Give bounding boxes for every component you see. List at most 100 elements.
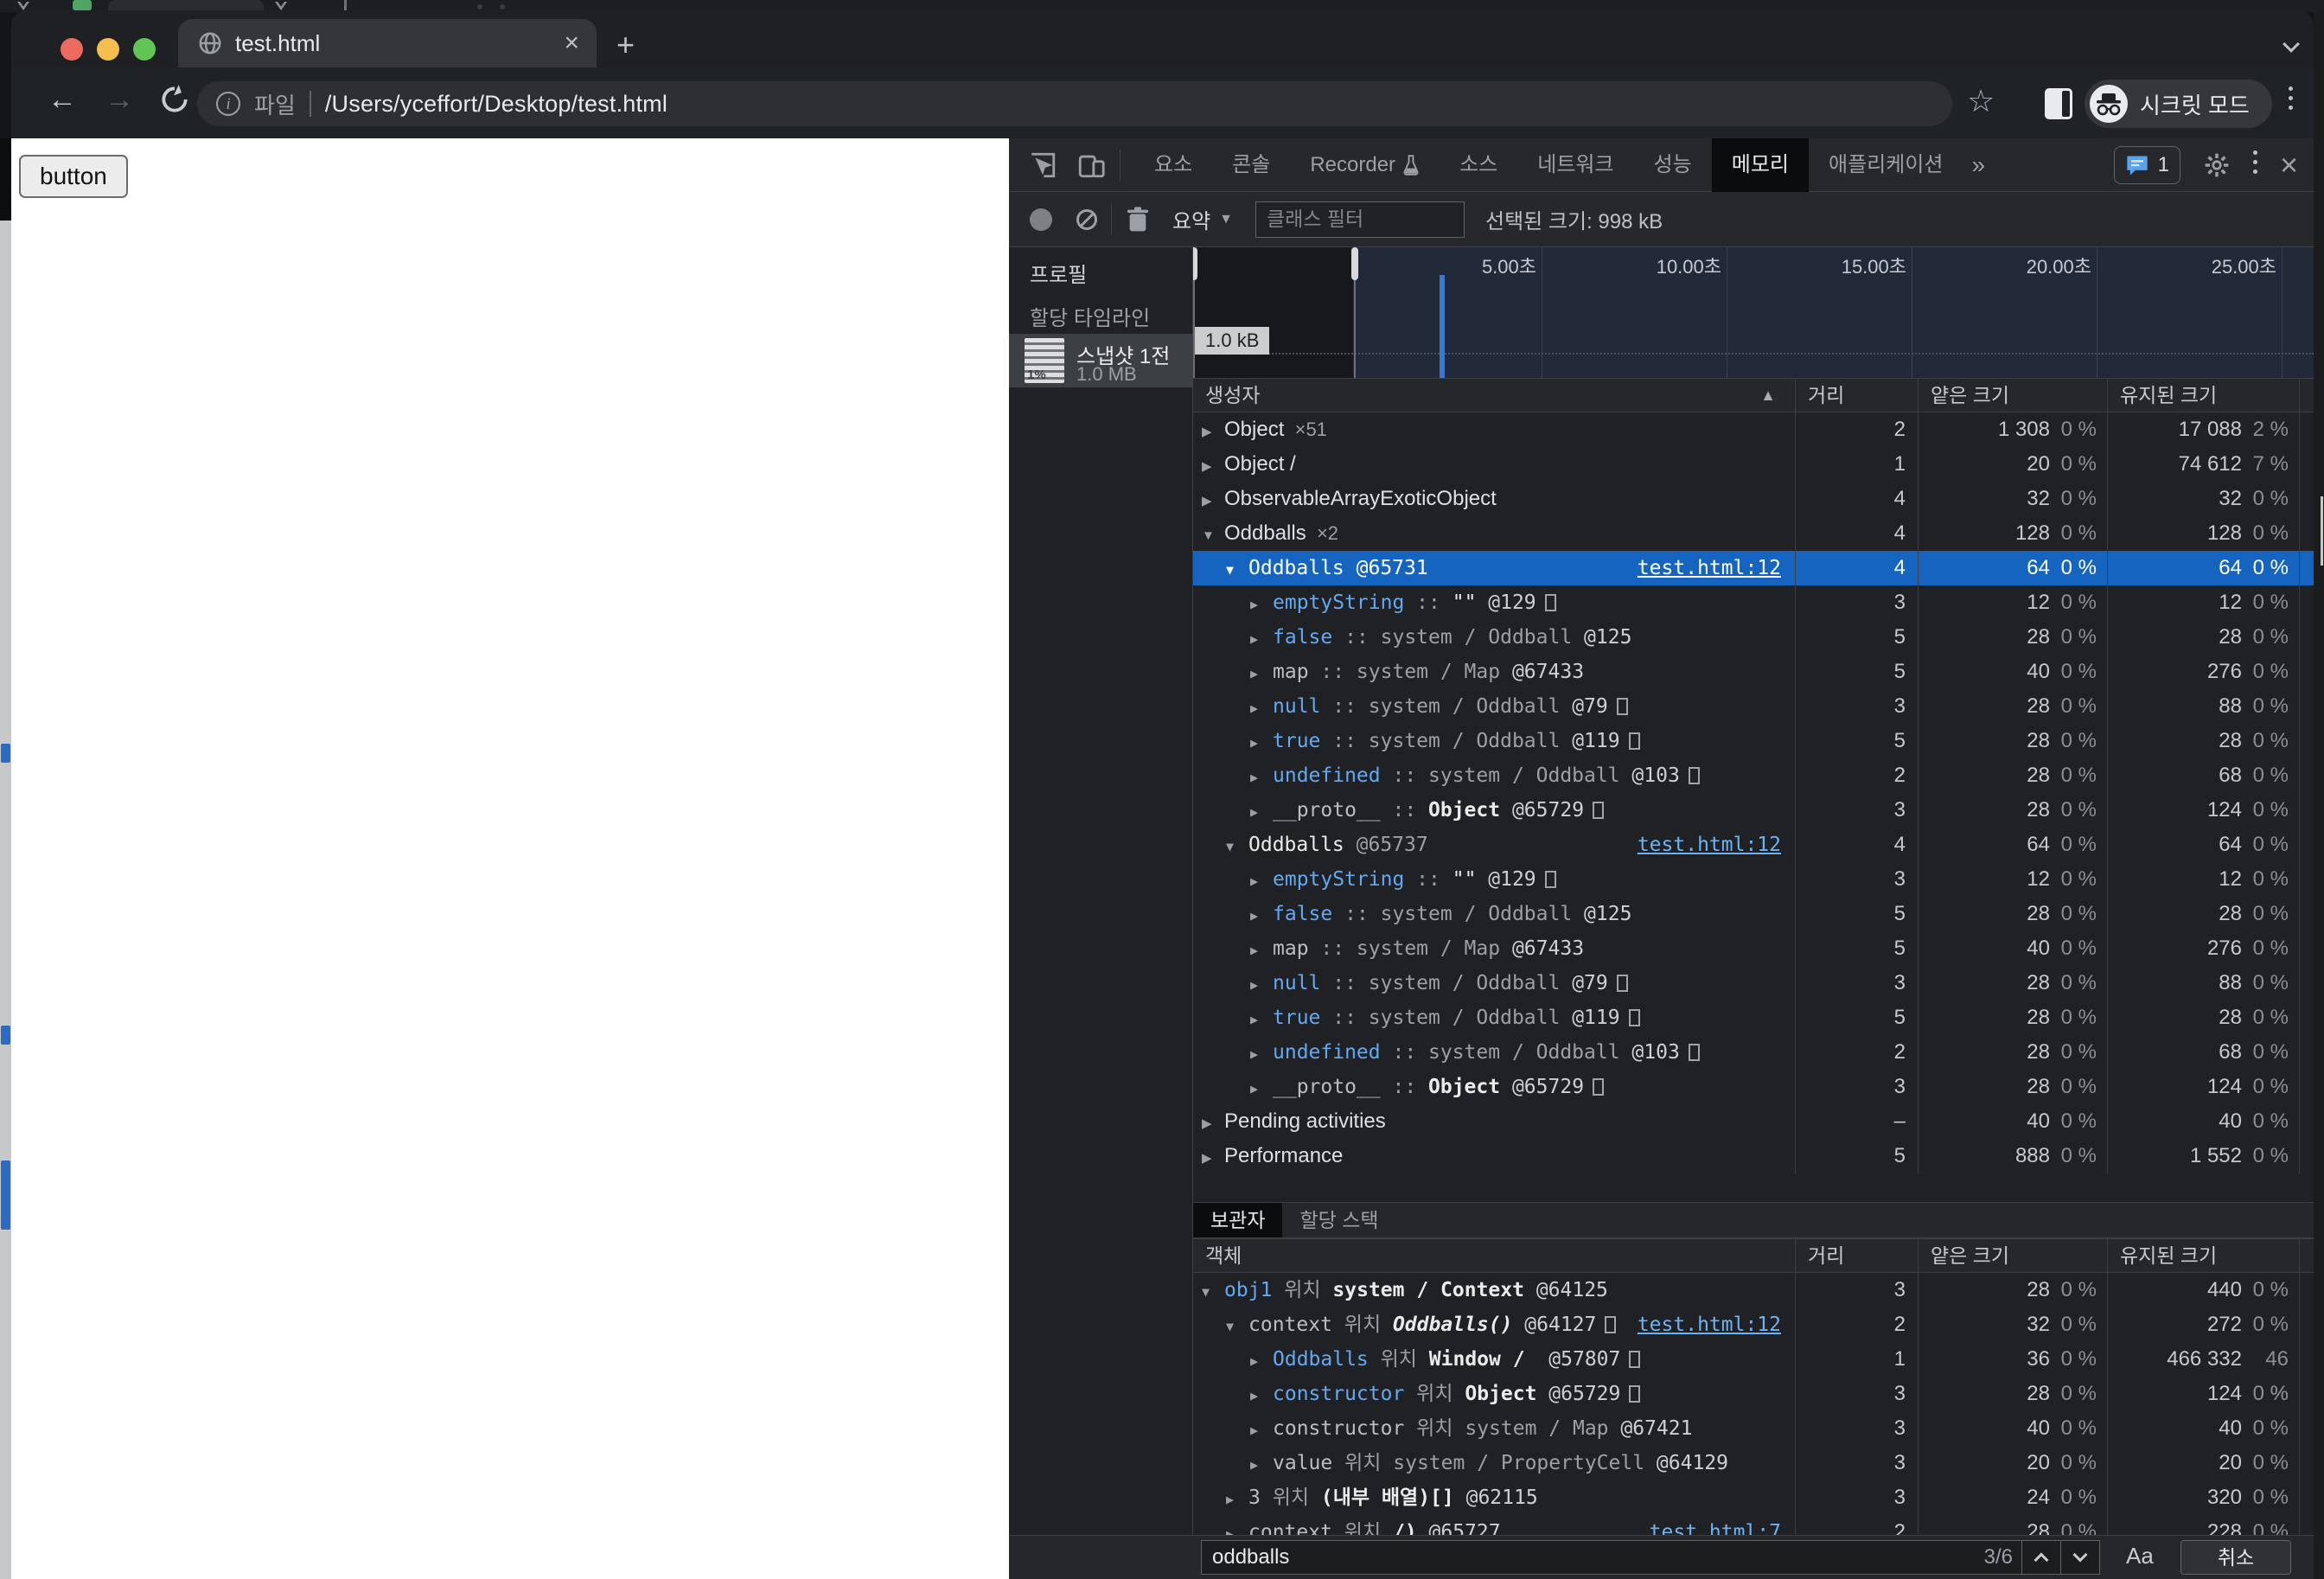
more-tabs-chevron[interactable]: » [1971,151,1985,179]
table-row[interactable]: ▶undefined :: system / Oddball @1032280 … [1193,758,2314,793]
table-row[interactable]: ▶false :: system / Oddball @1255280 %280… [1193,897,2314,931]
expander-icon[interactable]: ▶ [1250,1378,1273,1411]
forward-button[interactable]: → [105,83,134,117]
delete-profile-icon[interactable] [1126,206,1150,233]
expander-icon[interactable]: ▼ [1202,519,1224,551]
table-row[interactable]: ▶map :: system / Map @674335400 %2760 % [1193,931,2314,966]
page-button[interactable]: button [19,155,128,198]
expander-icon[interactable]: ▶ [1202,415,1224,447]
perspective-select[interactable]: 요약 ▼ [1172,204,1233,234]
source-link[interactable]: test.html:12 [1638,828,1781,862]
expander-icon[interactable]: ▶ [1250,691,1273,724]
record-heap-icon[interactable] [1030,208,1052,231]
table-row[interactable]: ▶true :: system / Oddball @1195280 %280 … [1193,724,2314,758]
expander-icon[interactable]: ▶ [1226,1517,1248,1535]
side-panel-icon[interactable] [2045,88,2072,119]
next-match-button[interactable] [2061,1541,2099,1574]
expander-icon[interactable]: ▶ [1202,484,1224,516]
clear-profiles-icon[interactable] [1076,209,1097,230]
column-shallow-size[interactable]: 얕은 크기 [1918,1239,2107,1272]
traffic-light-maximize[interactable] [133,38,156,61]
bookmark-star-icon[interactable]: ☆ [1967,83,1995,119]
table-row[interactable]: ▶constructor 위치 system / Map @674213400 … [1193,1411,2314,1446]
table-row[interactable]: ▼Oddballs @65731test.html:124640 %640 % [1193,551,2314,585]
new-tab-button[interactable]: + [616,29,635,61]
devtools-tab-recorder[interactable]: Recorder [1290,138,1440,192]
expander-icon[interactable]: ▼ [1226,1309,1248,1342]
browser-menu-icon[interactable] [2289,86,2293,115]
match-case-button[interactable]: Aa [2126,1543,2154,1569]
table-row[interactable]: ▼context 위치 Oddballs() @64127test.html:1… [1193,1307,2314,1342]
expander-icon[interactable]: ▼ [1202,1275,1224,1307]
expander-icon[interactable]: ▶ [1250,726,1273,758]
table-row[interactable]: ▶null :: system / Oddball @793280 %880 % [1193,966,2314,1000]
expander-icon[interactable]: ▶ [1202,450,1224,482]
column-distance[interactable]: 거리 [1795,379,1918,412]
expander-icon[interactable]: ▶ [1250,795,1273,828]
devtools-tab-sources[interactable]: 소스 [1440,138,1517,192]
source-link[interactable]: test.html:12 [1638,551,1781,585]
source-link[interactable]: test.html:7 [1650,1515,1781,1535]
expander-icon[interactable]: ▶ [1250,1071,1273,1104]
table-row[interactable]: ▶value 위치 system / PropertyCell @6412932… [1193,1446,2314,1480]
expander-icon[interactable]: ▶ [1250,587,1273,620]
table-row[interactable]: ▶null :: system / Oddball @793280 %880 % [1193,689,2314,724]
table-row[interactable]: ▶Object ×5121 3080 %17 0882 % [1193,412,2314,447]
table-row[interactable]: ▼Oddballs @65737test.html:124640 %640 % [1193,828,2314,862]
table-row[interactable]: ▶false :: system / Oddball @1255280 %280… [1193,620,2314,655]
back-button[interactable]: ← [48,83,77,117]
allocation-timeline-chart[interactable]: 5.00초10.00초15.00초20.00초25.00초30.00초 1.0 … [1193,247,2314,378]
table-row[interactable]: ▶__proto__ :: Object @657293280 %1240 % [1193,793,2314,828]
expander-icon[interactable]: ▶ [1250,1448,1273,1480]
expander-icon[interactable]: ▶ [1202,1107,1224,1139]
table-row[interactable]: ▶Performance58880 %1 5520 % [1193,1139,2314,1173]
table-row[interactable]: ▶Object /1200 %74 6127 % [1193,447,2314,482]
selection-handle-right[interactable] [1351,247,1358,280]
expander-icon[interactable]: ▼ [1226,829,1248,862]
devtools-tab-performance[interactable]: 성능 [1634,138,1712,192]
devtools-tab-memory[interactable]: 메모리 [1712,138,1809,192]
column-shallow-size[interactable]: 얕은 크기 [1918,379,2107,412]
devtools-tab-network[interactable]: 네트워크 [1517,138,1633,192]
expander-icon[interactable]: ▼ [1226,553,1248,585]
table-row[interactable]: ▶context 위치 /) @65727test.html:72280 %22… [1193,1515,2314,1535]
expander-icon[interactable]: ▶ [1250,968,1273,1000]
search-input[interactable] [1202,1542,1984,1573]
table-row[interactable]: ▶Pending activities–400 %400 % [1193,1104,2314,1139]
column-retained-size[interactable]: 유지된 크기 [2107,379,2300,412]
expander-icon[interactable]: ▶ [1250,1413,1273,1446]
class-filter-input[interactable] [1255,201,1465,238]
expander-icon[interactable]: ▶ [1250,1037,1273,1070]
column-retained-size[interactable]: 유지된 크기 [2107,1239,2300,1272]
devtools-menu-icon[interactable] [2253,150,2257,179]
table-row[interactable]: ▶map :: system / Map @674335400 %2760 % [1193,655,2314,689]
expander-icon[interactable]: ▶ [1250,656,1273,689]
devtools-tab-console[interactable]: 콘솔 [1212,138,1290,192]
expander-icon[interactable]: ▶ [1250,1002,1273,1035]
table-row[interactable]: ▶emptyString :: "" @1293120 %120 % [1193,862,2314,897]
table-row[interactable]: ▶constructor 위치 Object @657293280 %1240 … [1193,1377,2314,1411]
table-row[interactable]: ▶__proto__ :: Object @657293280 %1240 % [1193,1070,2314,1104]
table-row[interactable]: ▼Oddballs ×241280 %1280 % [1193,516,2314,551]
snapshot-item[interactable]: 1% 스냅샷 1전 1.0 MB [1009,334,1193,387]
table-row[interactable]: ▼obj1 위치 system / Context @641253280 %44… [1193,1273,2314,1307]
tab-close-icon[interactable]: × [564,30,579,56]
expander-icon[interactable]: ▶ [1250,864,1273,897]
table-row[interactable]: ▶emptyString :: "" @1293120 %120 % [1193,585,2314,620]
table-row[interactable]: ▶Oddballs 위치 Window / @578071360 %466 33… [1193,1342,2314,1377]
device-toolbar-icon[interactable] [1076,150,1106,180]
source-link[interactable]: test.html:12 [1638,1307,1781,1342]
retainers-tab[interactable]: 할당 스택 [1282,1203,1395,1237]
devtools-tab-application[interactable]: 애플리케이션 [1809,138,1963,192]
table-row[interactable]: ▶undefined :: system / Oddball @1032280 … [1193,1035,2314,1070]
settings-gear-icon[interactable] [2203,151,2231,179]
previous-match-button[interactable] [2022,1541,2060,1574]
retainers-tab[interactable]: 보관자 [1193,1203,1282,1237]
tab-overflow-chevron-icon[interactable] [2282,35,2300,53]
inspect-icon[interactable] [1028,150,1057,180]
reload-button[interactable] [158,83,191,116]
expander-icon[interactable]: ▶ [1202,1141,1224,1173]
url-bar[interactable]: i 파일 /Users/yceffort/Desktop/test.html [197,81,1952,126]
issues-badge[interactable]: 1 [2114,146,2180,184]
expander-icon[interactable]: ▶ [1250,1344,1273,1377]
